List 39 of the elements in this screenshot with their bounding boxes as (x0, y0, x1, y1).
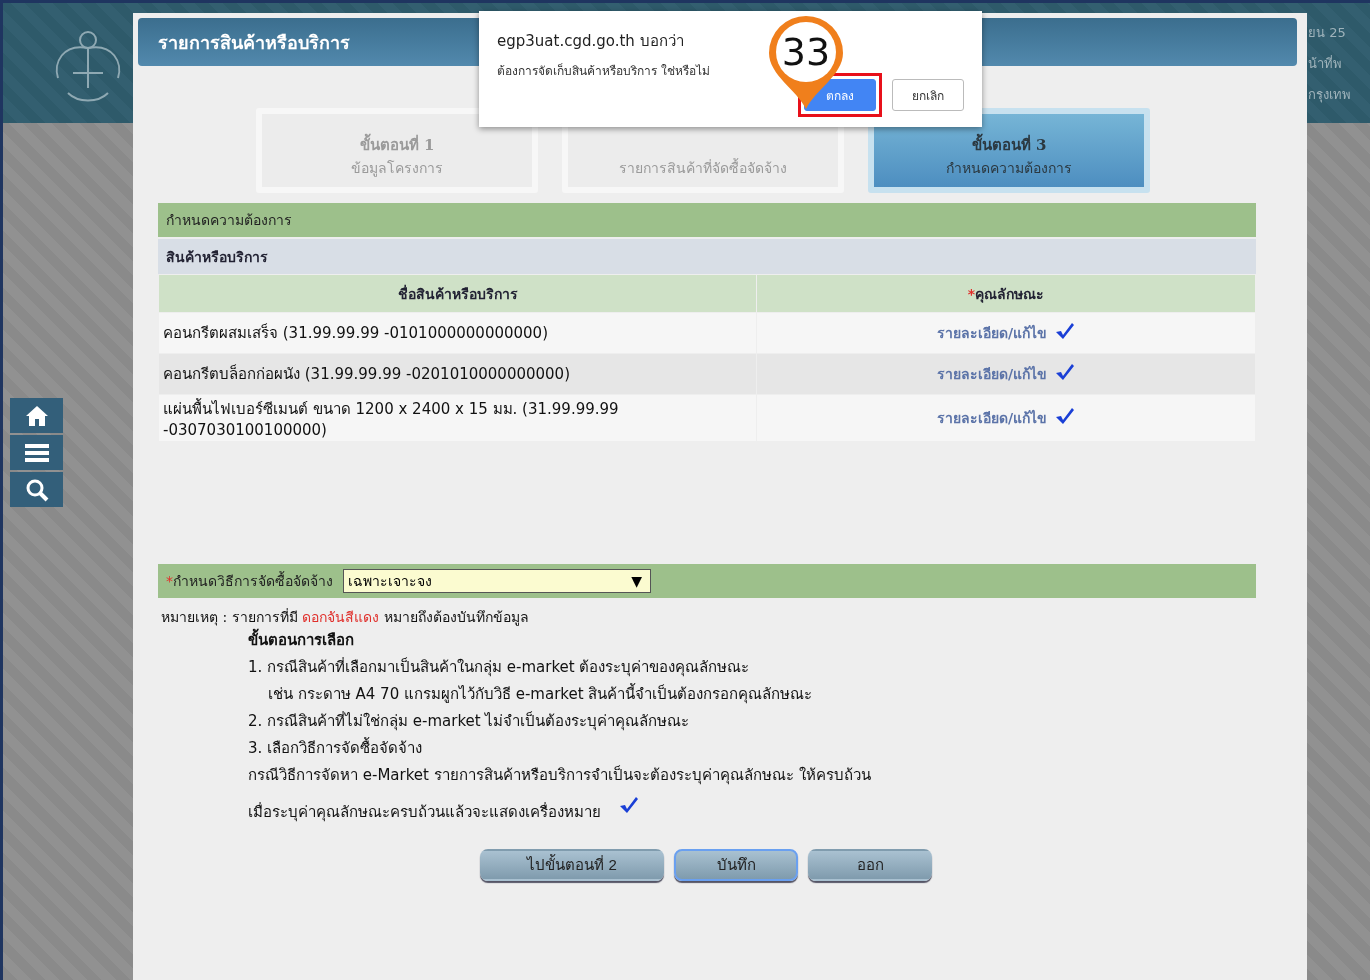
action-button[interactable]: ออก (808, 849, 932, 881)
home-button[interactable] (10, 398, 63, 433)
background-text: กรุงเทพ (1308, 85, 1351, 105)
background-text: ยน 25 (1308, 23, 1346, 42)
search-button[interactable] (10, 472, 63, 507)
action-button[interactable]: ไปขั้นตอนที่ 2 (480, 849, 664, 881)
background-text: น้าที่พ (1308, 54, 1342, 73)
section-title: กำหนดความต้องการ (158, 203, 1256, 237)
instruction-line: กรณีวิธีการจัดหา e-Market รายการสินค้าหรือบริการจำเป็นจะต้องระบุค่าคุณลักษณะ ให้ครบถ้วน (248, 764, 872, 787)
instruction-line: 2. กรณีสินค้าที่ไม่ใช่กลุ่ม e-market ไม่จำเป็นต้องระบุค่าคุณลักษณะ (248, 710, 691, 733)
subsection-title: สินค้าหรือบริการ (158, 239, 1256, 274)
menu-icon (24, 442, 49, 463)
detail-edit-link[interactable]: รายละเอียด/แก้ไข (936, 410, 1048, 426)
step-tab[interactable]: ขั้นตอนที่ 3 กำหนดความต้องการ (868, 108, 1150, 193)
instruction-line: 1. กรณีสินค้าที่เลือกมาเป็นสินค้าในกลุ่ม e-market ต้องระบุค่าของคุณลักษณะ (248, 656, 751, 679)
product-name-cell: คอนกรีตบล็อกก่อผนัง (31.99.99.99 -0201010000000000) (158, 353, 757, 395)
note-text: หมายเหตุ : รายการที่มี ดอกจันสีแดง หมายถึงต้องบันทึกข้อมูล (161, 607, 530, 628)
step-tab[interactable]: ขั้นตอนที่ 1 ข้อมูลโครงการ (256, 108, 538, 193)
product-name-cell: คอนกรีตผสมเสร็จ (31.99.99.99 -0101000000000000) (158, 312, 757, 354)
dialog-message: ต้องการจัดเก็บสินค้าหรือบริการ ใช่หรือไม่ (497, 62, 711, 80)
instruction-line: 3. เลือกวิธีการจัดซื้อจัดจ้าง (248, 736, 424, 759)
method-label: *กำหนดวิธีการจัดซื้อจัดจ้าง (166, 570, 333, 591)
detail-edit-link[interactable]: รายละเอียด/แก้ไข (936, 325, 1048, 341)
instruction-line: เช่น กระดาษ A4 70 แกรมผูกไว้กับวิธี e-market สินค้านี้จำเป็นต้องกรอกคุณลักษณะ (268, 682, 814, 706)
column-header: *คุณลักษณะ (756, 274, 1256, 313)
detail-edit-link[interactable]: รายละเอียด/แก้ไข (936, 366, 1048, 382)
dialog-origin: egp3uat.cgd.go.th บอกว่า (497, 31, 684, 52)
instruction-line: เมื่อระบุค่าคุณลักษณะครบถ้วนแล้วจะแสดงเครื่องหมาย (248, 801, 601, 824)
instructions-heading: ขั้นตอนการเลือก (248, 628, 1256, 652)
modal-title: รายการสินค้าหรือบริการ (158, 30, 350, 55)
checkmark-icon (619, 796, 639, 814)
menu-button[interactable] (10, 435, 63, 470)
method-dropdown[interactable]: เฉพาะเจาะจง ▼ (343, 569, 651, 593)
column-header: ชื่อสินค้าหรือบริการ (158, 274, 757, 313)
search-icon (24, 477, 49, 502)
cancel-button[interactable]: ยกเลิก (892, 79, 964, 111)
home-icon (24, 404, 49, 427)
product-name-cell: แผ่นพื้นไฟเบอร์ซีเมนต์ ขนาด 1200 x 2400 x 15 มม. (31.99.99.99 -0307030100100000) (158, 394, 757, 442)
action-button[interactable]: บันทึก (674, 849, 798, 881)
